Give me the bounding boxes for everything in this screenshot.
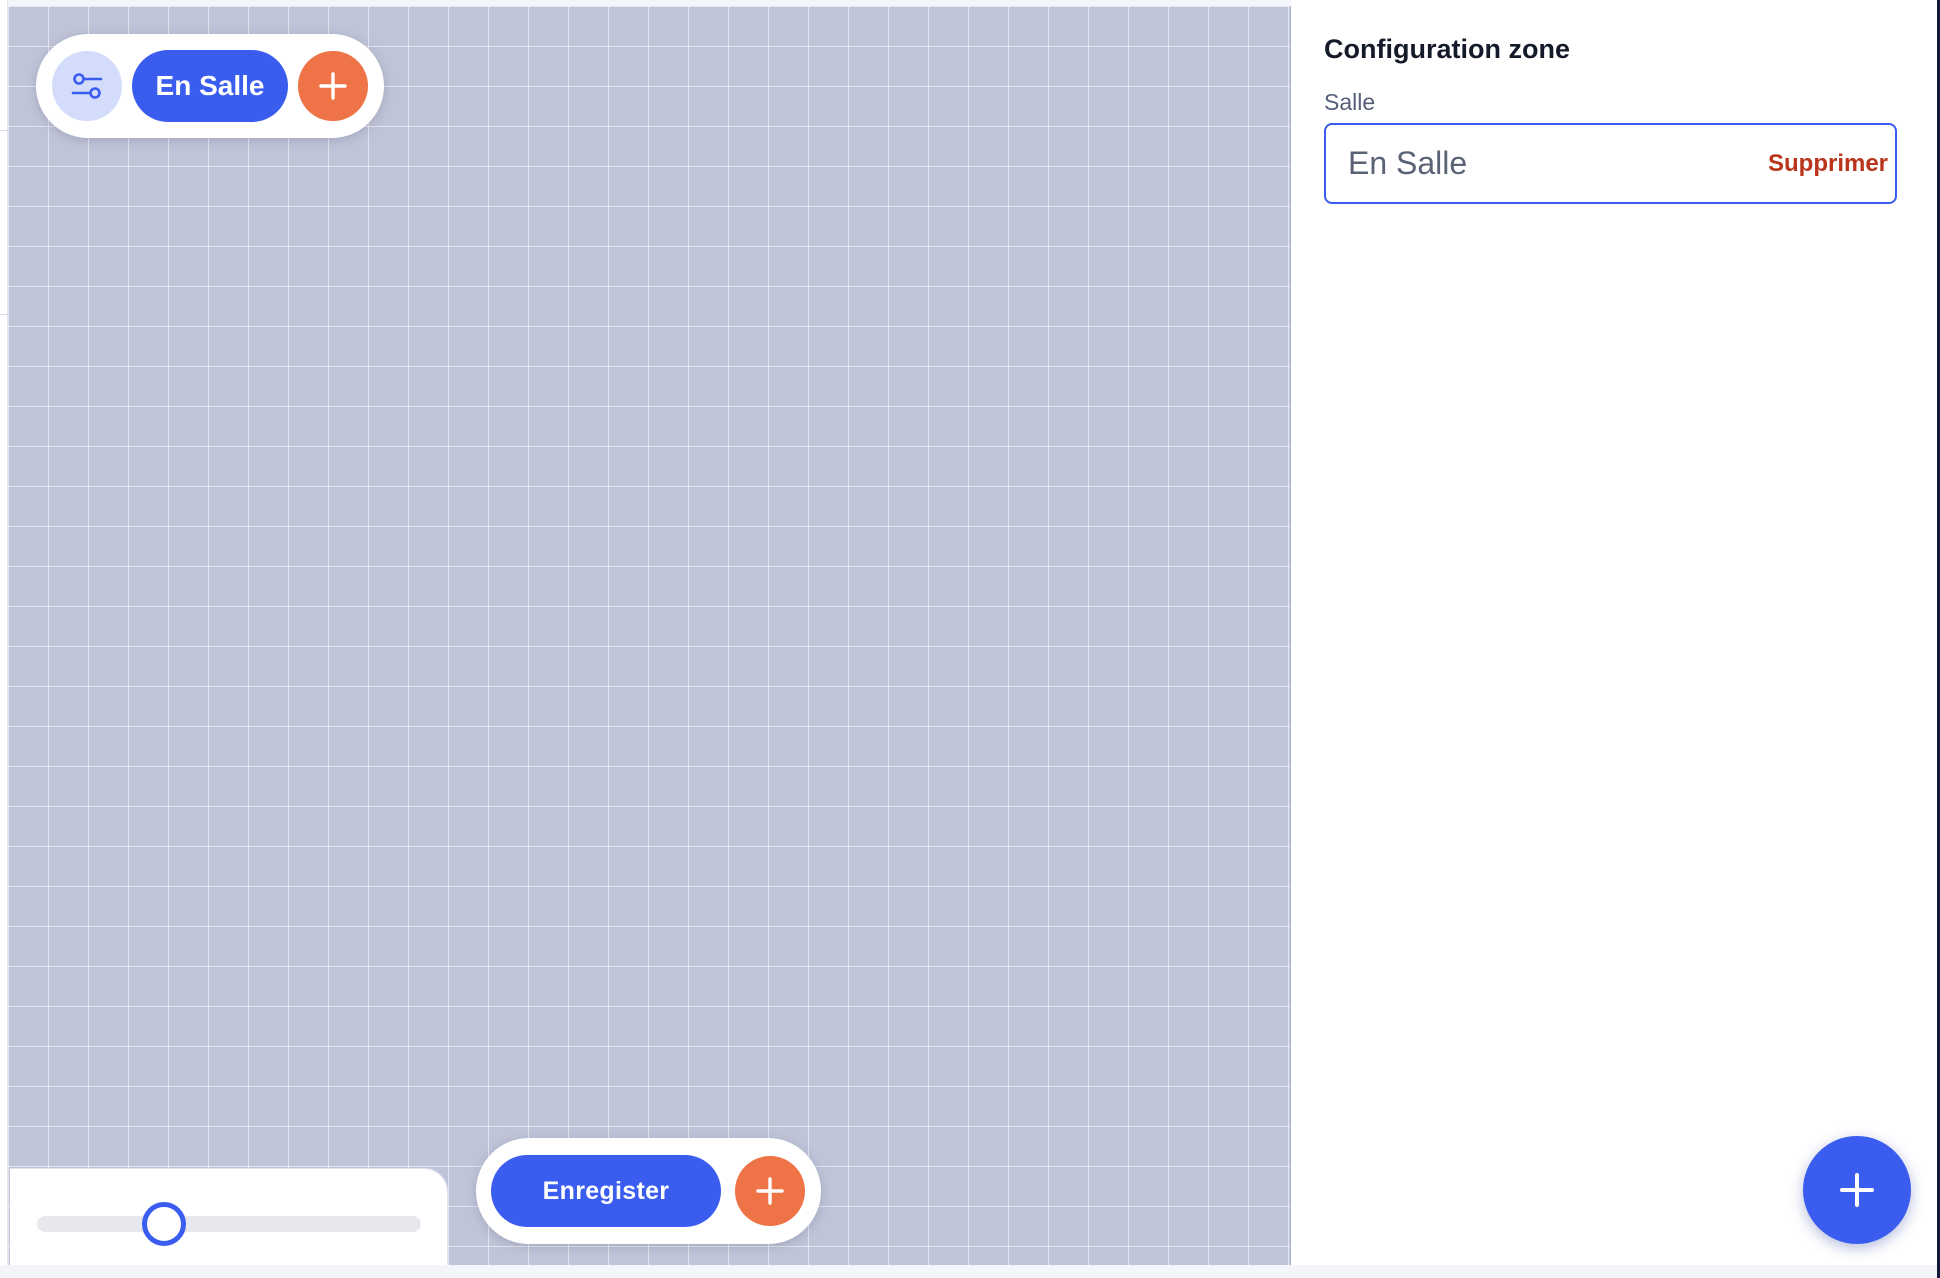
edge-divider — [0, 314, 8, 315]
save-toolbar: Enregister — [476, 1138, 821, 1244]
plus-icon — [319, 72, 347, 100]
plus-icon — [1840, 1173, 1874, 1207]
zoom-slider-thumb[interactable] — [141, 1202, 186, 1246]
left-edge — [0, 0, 8, 1265]
zone-name-label: Salle — [1324, 89, 1376, 115]
add-fab-button[interactable] — [1803, 1136, 1911, 1244]
zone-name-input[interactable] — [1348, 145, 1768, 182]
sliders-icon — [71, 73, 103, 99]
add-zone-button[interactable] — [298, 51, 368, 121]
zone-selector-button[interactable]: En Salle — [131, 50, 289, 122]
panel-title: Configuration zone — [1324, 34, 1570, 64]
zoom-panel — [10, 1168, 448, 1265]
add-element-button[interactable] — [735, 1156, 805, 1226]
floor-plan-canvas[interactable] — [8, 6, 1291, 1265]
plus-icon — [756, 1177, 784, 1205]
delete-zone-button[interactable]: Supprimer — [1768, 150, 1888, 178]
save-button[interactable]: Enregister — [491, 1155, 721, 1227]
settings-button[interactable] — [52, 51, 122, 121]
floor-plan-editor: En Salle Enregister Configuration zone S… — [0, 0, 1940, 1278]
zone-name-field: Supprimer — [1324, 123, 1897, 204]
edge-divider — [0, 130, 8, 131]
bottom-band — [0, 1265, 1940, 1278]
zoom-slider-track[interactable] — [37, 1202, 421, 1246]
zone-toolbar: En Salle — [36, 34, 384, 138]
zone-config-panel: Configuration zone Salle Supprimer — [1291, 0, 1937, 1265]
